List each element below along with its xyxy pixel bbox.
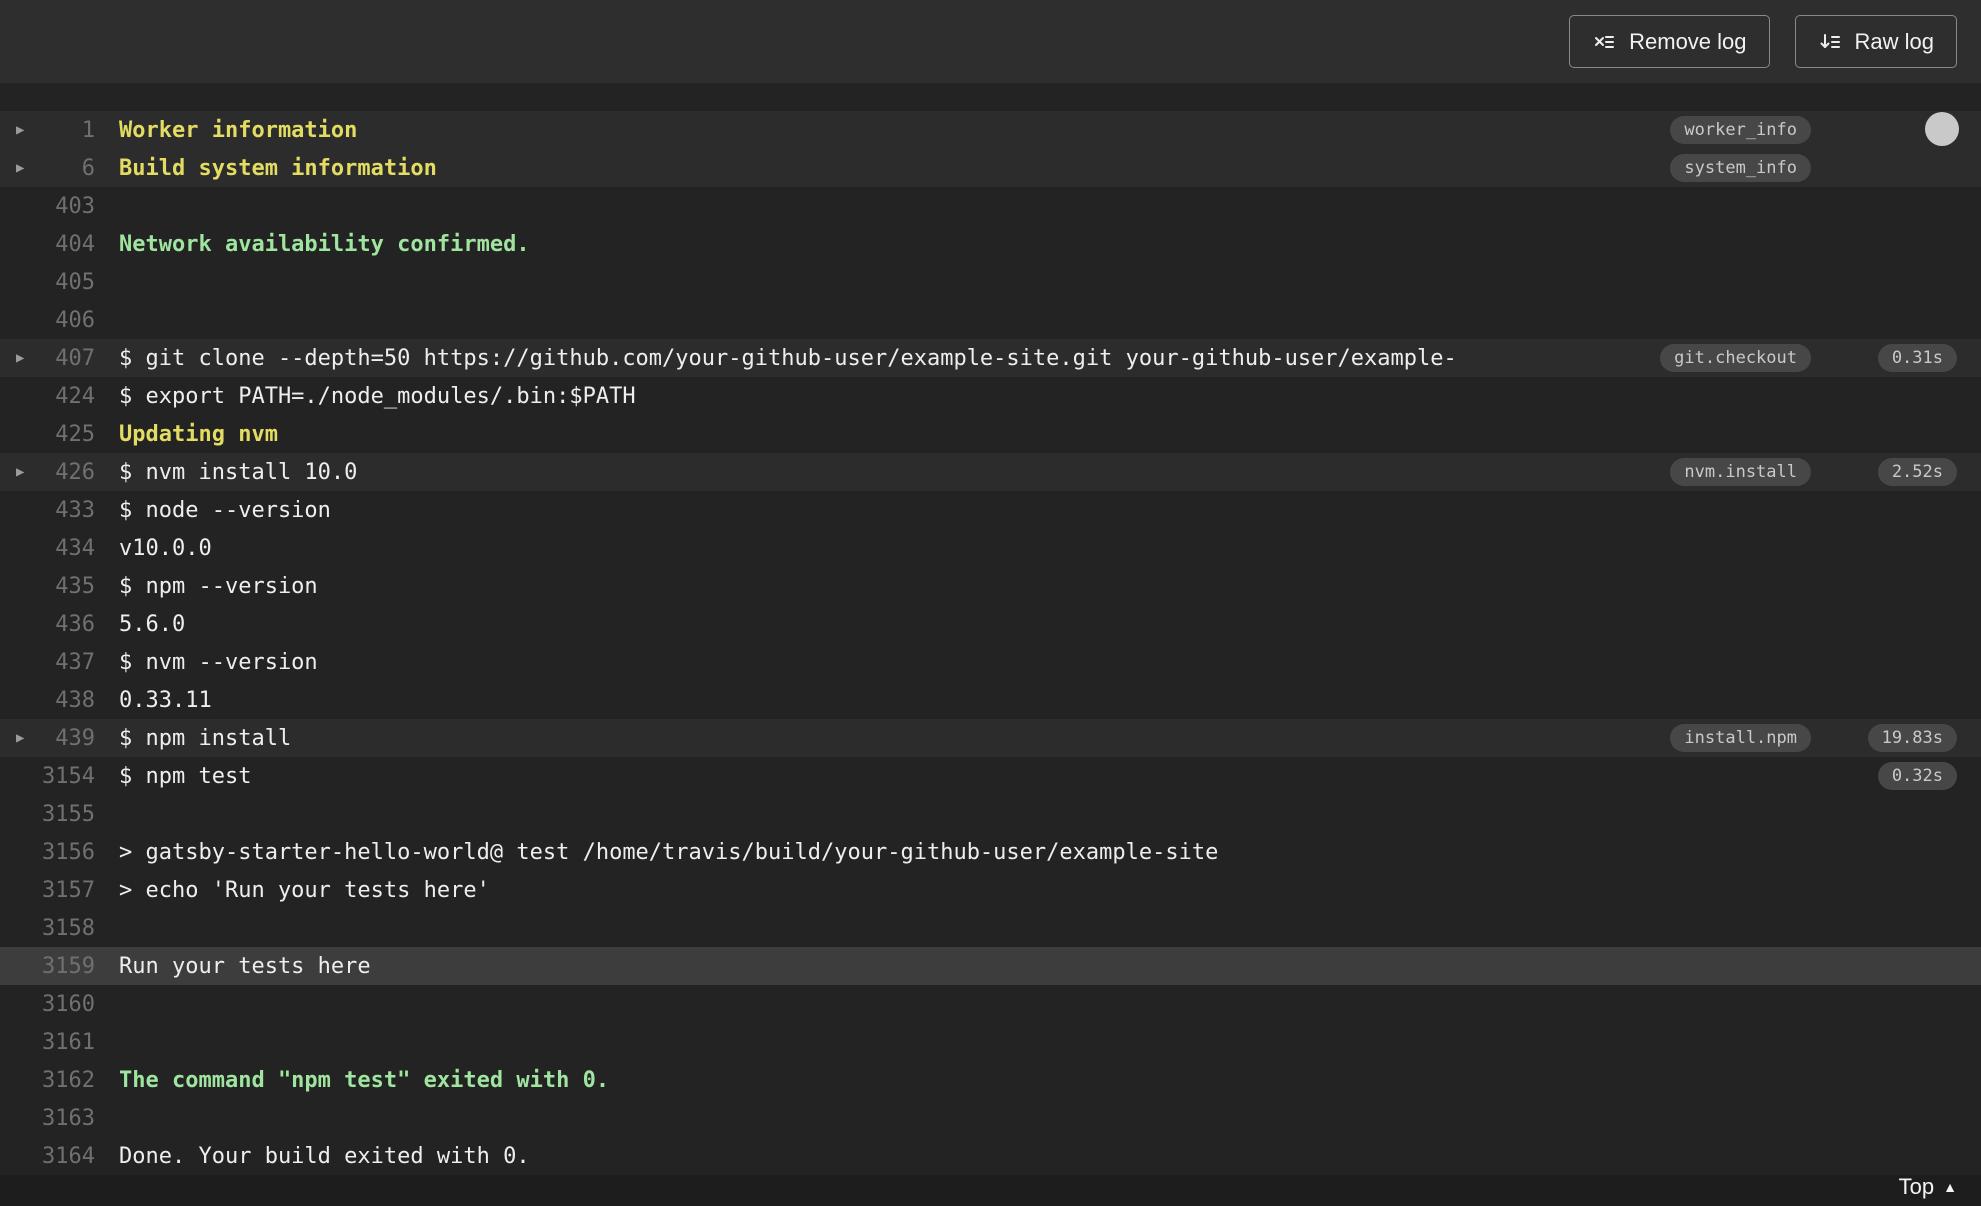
log-line: ▶ 436 5.6.0 [0,605,1981,643]
line-text: 5.6.0 [119,611,186,637]
log-line: ▶ 3160 [0,985,1981,1023]
log-line: ▶ 3155 [0,795,1981,833]
log-line: ▶ 403 [0,187,1981,225]
line-number[interactable]: 436 [0,612,95,637]
line-text: Updating nvm [119,421,278,447]
line-text: $ node --version [119,497,331,523]
log-line: ▶ 3164 Done. Your build exited with 0. [0,1137,1981,1175]
line-text: Done. Your build exited with 0. [119,1143,530,1169]
log-line: ▶ 438 0.33.11 [0,681,1981,719]
line-number[interactable]: 437 [0,650,95,675]
step-badge: worker_info [1670,116,1811,144]
step-badge: nvm.install [1670,458,1811,486]
line-text: 0.33.11 [119,687,212,713]
line-text: $ npm test [119,763,252,789]
line-number[interactable]: 425 [0,422,95,447]
log-line: ▶ 426 $ nvm install 10.0 nvm.install 2.5… [0,453,1981,491]
log-line: ▶ 433 $ node --version [0,491,1981,529]
line-text: Run your tests here [119,953,371,979]
line-number[interactable]: 433 [0,498,95,523]
scroll-indicator-button[interactable] [1925,112,1959,146]
log-line: ▶ 3157 > echo 'Run your tests here' [0,871,1981,909]
log-line: ▶ 3156 > gatsby-starter-hello-world@ tes… [0,833,1981,871]
line-text: $ nvm --version [119,649,318,675]
log-line: ▶ 404 Network availability confirmed. [0,225,1981,263]
fold-toggle-icon[interactable]: ▶ [16,719,24,757]
line-number[interactable]: 3159 [0,954,95,979]
line-number[interactable]: 3164 [0,1144,95,1169]
log-line: ▶ 435 $ npm --version [0,567,1981,605]
log-line: ▶ 3158 [0,909,1981,947]
duration-badge: 19.83s [1867,724,1957,752]
log-line: ▶ 406 [0,301,1981,339]
log-line: ▶ 437 $ nvm --version [0,643,1981,681]
scroll-to-top-link[interactable]: Top ▲ [1899,1174,1957,1200]
clear-log-icon [1592,30,1616,54]
log-line: ▶ 3162 The command "npm test" exited wit… [0,1061,1981,1099]
line-number[interactable]: 3154 [0,764,95,789]
line-text: $ export PATH=./node_modules/.bin:$PATH [119,383,636,409]
remove-log-label: Remove log [1629,28,1747,54]
line-text: > echo 'Run your tests here' [119,877,490,903]
line-number[interactable]: 406 [0,308,95,333]
fold-toggle-icon[interactable]: ▶ [16,111,24,149]
log-line: ▶ 3159 Run your tests here [0,947,1981,985]
remove-log-button[interactable]: Remove log [1569,15,1770,68]
line-number[interactable]: 3163 [0,1106,95,1131]
line-number[interactable]: 426 [0,460,95,485]
log-line: ▶ 3154 $ npm test 0.32s [0,757,1981,795]
chevron-up-icon: ▲ [1943,1179,1957,1195]
line-number[interactable]: 1 [0,118,95,143]
raw-log-label: Raw log [1854,28,1934,54]
raw-log-button[interactable]: Raw log [1794,15,1957,68]
line-number[interactable]: 3160 [0,992,95,1017]
line-number[interactable]: 404 [0,232,95,257]
duration-badge: 0.31s [1877,344,1957,372]
fold-toggle-icon[interactable]: ▶ [16,339,24,377]
step-badge: system_info [1670,154,1811,182]
log-line: ▶ 407 $ git clone --depth=50 https://git… [0,339,1981,377]
log-line: ▶ 439 $ npm install install.npm 19.83s [0,719,1981,757]
step-badge: install.npm [1670,724,1811,752]
log-line: ▶ 405 [0,263,1981,301]
top-label: Top [1898,1174,1935,1199]
download-log-icon [1818,30,1842,54]
line-text: The command "npm test" exited with 0. [119,1067,610,1093]
log-line: ▶ 3163 [0,1099,1981,1137]
line-number[interactable]: 3162 [0,1068,95,1093]
fold-toggle-icon[interactable]: ▶ [16,453,24,491]
log-line: ▶ 424 $ export PATH=./node_modules/.bin:… [0,377,1981,415]
line-text: v10.0.0 [119,535,212,561]
log-line: ▶ 3161 [0,1023,1981,1061]
line-number[interactable]: 407 [0,346,95,371]
log-line: ▶ 6 Build system information system_info [0,149,1981,187]
line-number[interactable]: 3156 [0,840,95,865]
line-number[interactable]: 424 [0,384,95,409]
line-number[interactable]: 6 [0,156,95,181]
line-text: $ npm --version [119,573,318,599]
fold-toggle-icon[interactable]: ▶ [16,149,24,187]
line-number[interactable]: 403 [0,194,95,219]
step-badge: git.checkout [1660,344,1811,372]
line-number[interactable]: 405 [0,270,95,295]
duration-badge: 2.52s [1877,458,1957,486]
line-number[interactable]: 434 [0,536,95,561]
line-number[interactable]: 3161 [0,1030,95,1055]
log-line: ▶ 425 Updating nvm [0,415,1981,453]
log-line: ▶ 434 v10.0.0 [0,529,1981,567]
line-number[interactable]: 439 [0,726,95,751]
duration-badge: 0.32s [1877,762,1957,790]
line-text: Network availability confirmed. [119,231,530,257]
log-lines: ▶ 1 Worker information worker_info ▶ 6 B… [0,83,1981,1175]
log-line: ▶ 1 Worker information worker_info [0,111,1981,149]
line-number[interactable]: 435 [0,574,95,599]
line-number[interactable]: 438 [0,688,95,713]
line-text: > gatsby-starter-hello-world@ test /home… [119,839,1219,865]
line-number[interactable]: 3157 [0,878,95,903]
line-number[interactable]: 3155 [0,802,95,827]
line-number[interactable]: 3158 [0,916,95,941]
toolbar: Remove log Raw log [0,0,1981,83]
